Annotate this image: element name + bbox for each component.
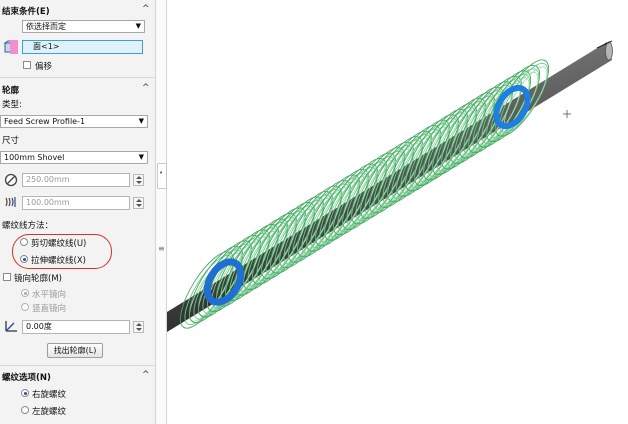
mirror-horizontal-radio[interactable] xyxy=(21,289,29,297)
collapse-caret-icon[interactable]: ^ xyxy=(142,84,150,93)
size-label: 尺寸 xyxy=(2,136,20,146)
cut-thread-label: 剪切螺纹线(U) xyxy=(31,239,87,249)
size-value: 100mm Shovel xyxy=(4,153,65,162)
size-select[interactable]: 100mm Shovel ▼ xyxy=(0,151,148,164)
graphics-viewport[interactable] xyxy=(167,0,628,424)
face-selection-field[interactable]: 面<1> xyxy=(22,40,143,54)
offset-checkbox[interactable] xyxy=(23,61,31,69)
diameter-field[interactable]: 250.00mm xyxy=(22,173,130,187)
dropdown-arrow-icon: ▼ xyxy=(138,117,144,125)
right-hand-thread-radio[interactable] xyxy=(21,389,29,397)
cut-thread-radio[interactable] xyxy=(20,238,28,246)
extrude-thread-label: 拉伸螺纹线(X) xyxy=(31,256,86,266)
angle-field[interactable]: 0.00度 xyxy=(22,320,130,334)
dropdown-arrow-icon: ▼ xyxy=(135,22,141,30)
extrude-thread-radio[interactable] xyxy=(20,255,28,263)
panel-splitter[interactable]: • ≡ xyxy=(155,0,167,424)
angle-spinner[interactable] xyxy=(133,321,144,333)
left-hand-thread-radio[interactable] xyxy=(21,406,29,414)
type-label: 类型: xyxy=(2,100,22,110)
selection-color-swatch xyxy=(10,40,18,54)
end-condition-select[interactable]: 依选择而定 ▼ xyxy=(22,20,145,33)
mirror-vertical-radio[interactable] xyxy=(21,303,29,311)
mirror-profile-label: 镜向轮廓(M) xyxy=(14,274,62,284)
collapse-tab[interactable]: • xyxy=(157,163,167,189)
diameter-spinner[interactable] xyxy=(133,174,144,186)
dot-icon: • xyxy=(159,169,164,177)
pitch-field[interactable]: 100.00mm xyxy=(22,196,130,210)
pitch-spinner[interactable] xyxy=(133,197,144,209)
mirror-vertical-label: 竖直镜向 xyxy=(32,304,67,314)
profile-header[interactable]: 轮廓 xyxy=(2,84,19,96)
type-select[interactable]: Feed Screw Profile-1 ▼ xyxy=(0,115,148,128)
cursor-marker xyxy=(563,110,571,118)
thread-method-label: 螺纹线方法： xyxy=(2,221,54,231)
diameter-icon xyxy=(4,173,18,187)
angle-icon xyxy=(5,321,17,332)
collapse-caret-icon[interactable]: ^ xyxy=(142,371,150,380)
end-condition-header[interactable]: 结束条件(E) xyxy=(2,5,50,17)
left-hand-thread-label: 左旋螺纹 xyxy=(32,407,67,417)
locate-profile-button[interactable]: 找出轮廓(L) xyxy=(47,343,103,358)
collapse-caret-icon[interactable]: ^ xyxy=(142,5,150,14)
mirror-profile-checkbox[interactable] xyxy=(3,273,11,281)
divider xyxy=(0,77,155,78)
end-condition-value: 依选择而定 xyxy=(26,22,66,31)
pitch-icon xyxy=(5,197,16,207)
thread-options-header[interactable]: 螺纹选项(N) xyxy=(2,371,51,383)
mirror-horizontal-label: 水平镜向 xyxy=(32,290,67,300)
property-manager-panel: 结束条件(E) ^ 依选择而定 ▼ 面<1> 偏移 轮廓 ^ 类型: Feed … xyxy=(0,0,155,424)
offset-label: 偏移 xyxy=(35,62,53,72)
type-value: Feed Screw Profile-1 xyxy=(4,117,86,126)
grip-icon: ≡ xyxy=(158,244,165,253)
right-hand-thread-label: 右旋螺纹 xyxy=(32,390,67,400)
dropdown-arrow-icon: ▼ xyxy=(138,153,144,161)
divider xyxy=(0,365,155,366)
